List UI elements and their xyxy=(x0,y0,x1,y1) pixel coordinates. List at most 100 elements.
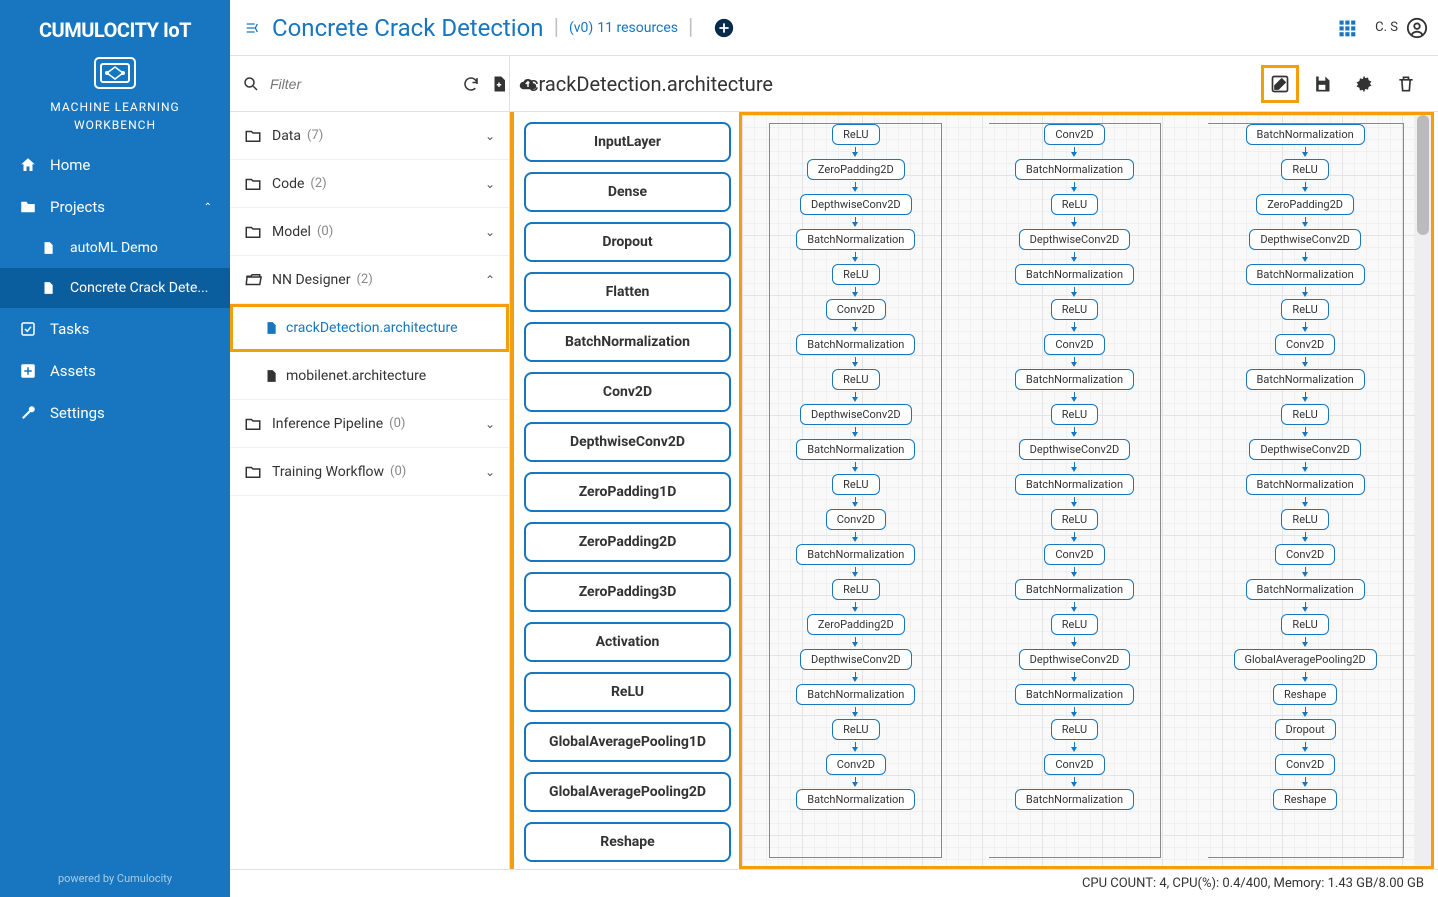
tree-folder[interactable]: Code (2) ⌄ xyxy=(230,160,509,208)
graph-node[interactable]: ReLU xyxy=(1051,194,1098,215)
tree-folder[interactable]: NN Designer (2) ⌃ xyxy=(230,256,509,304)
palette-item[interactable]: Flatten xyxy=(524,272,731,312)
palette-item[interactable]: BatchNormalization xyxy=(524,322,731,362)
graph-node[interactable]: DepthwiseConv2D xyxy=(1019,649,1131,670)
add-resource-button[interactable] xyxy=(713,17,735,39)
graph-node[interactable]: ReLU xyxy=(1051,299,1098,320)
graph-node[interactable]: ReLU xyxy=(1281,159,1328,180)
graph-node[interactable]: ReLU xyxy=(832,264,879,285)
nav-project-crack[interactable]: Concrete Crack Dete... xyxy=(0,268,230,308)
graph-node[interactable]: ReLU xyxy=(1051,719,1098,740)
graph-node[interactable]: DepthwiseConv2D xyxy=(1019,229,1131,250)
palette-item[interactable]: Reshape xyxy=(524,822,731,862)
tree-folder[interactable]: Training Workflow (0) ⌄ xyxy=(230,448,509,496)
graph-node[interactable]: BatchNormalization xyxy=(1015,789,1134,810)
graph-node[interactable]: Conv2D xyxy=(826,299,886,320)
palette-item[interactable]: GlobalAveragePooling2D xyxy=(524,772,731,812)
tree-folder[interactable]: Inference Pipeline (0) ⌄ xyxy=(230,400,509,448)
graph-node[interactable]: ReLU xyxy=(1281,509,1328,530)
graph-node[interactable]: BatchNormalization xyxy=(1015,684,1134,705)
palette-item[interactable]: InputLayer xyxy=(524,122,731,162)
graph-node[interactable]: BatchNormalization xyxy=(1015,369,1134,390)
graph-node[interactable]: ReLU xyxy=(1051,509,1098,530)
nav-projects[interactable]: Projects ⌃ xyxy=(0,186,230,228)
graph-canvas[interactable]: ReLU ZeroPadding2D DepthwiseConv2D BatchNor… xyxy=(742,115,1431,866)
vertical-scrollbar[interactable] xyxy=(1415,115,1431,866)
graph-node[interactable]: Dropout xyxy=(1275,719,1336,740)
graph-node[interactable]: ReLU xyxy=(832,369,879,390)
graph-node[interactable]: ReLU xyxy=(1281,614,1328,635)
graph-node[interactable]: DepthwiseConv2D xyxy=(1249,229,1361,250)
tree-file[interactable]: crackDetection.architecture xyxy=(230,304,509,352)
scroll-thumb[interactable] xyxy=(1417,115,1429,235)
graph-node[interactable]: BatchNormalization xyxy=(796,439,915,460)
graph-node[interactable]: BatchNormalization xyxy=(796,229,915,250)
apps-grid-icon[interactable] xyxy=(1337,18,1357,38)
palette-item[interactable]: Conv2D xyxy=(524,372,731,412)
tree-file[interactable]: mobilenet.architecture xyxy=(230,352,509,400)
graph-node[interactable]: BatchNormalization xyxy=(796,684,915,705)
graph-node[interactable]: DepthwiseConv2D xyxy=(1249,439,1361,460)
graph-node[interactable]: Reshape xyxy=(1273,789,1337,810)
graph-node[interactable]: BatchNormalization xyxy=(1246,474,1365,495)
palette-item[interactable]: Dense xyxy=(524,172,731,212)
refresh-button[interactable] xyxy=(462,75,480,93)
graph-node[interactable]: ReLU xyxy=(832,124,879,145)
settings-button[interactable] xyxy=(1350,70,1378,98)
graph-node[interactable]: Conv2D xyxy=(1044,124,1104,145)
graph-node[interactable]: BatchNormalization xyxy=(796,544,915,565)
graph-node[interactable]: BatchNormalization xyxy=(796,334,915,355)
graph-node[interactable]: BatchNormalization xyxy=(1015,474,1134,495)
graph-node[interactable]: BatchNormalization xyxy=(1246,124,1365,145)
graph-node[interactable]: ZeroPadding2D xyxy=(1256,194,1354,215)
graph-node[interactable]: Conv2D xyxy=(1044,334,1104,355)
tree-folder[interactable]: Data (7) ⌄ xyxy=(230,112,509,160)
collapse-sidebar-button[interactable] xyxy=(244,20,260,36)
user-menu[interactable]: C. S xyxy=(1375,17,1428,39)
save-button[interactable] xyxy=(1308,70,1336,98)
delete-button[interactable] xyxy=(1392,70,1420,98)
tree-filter-input[interactable] xyxy=(270,76,452,92)
graph-node[interactable]: Reshape xyxy=(1273,684,1337,705)
graph-node[interactable]: BatchNormalization xyxy=(1015,579,1134,600)
graph-node[interactable]: ReLU xyxy=(1051,614,1098,635)
graph-node[interactable]: Conv2D xyxy=(1044,754,1104,775)
graph-node[interactable]: Conv2D xyxy=(1275,754,1335,775)
graph-node[interactable]: BatchNormalization xyxy=(1015,264,1134,285)
graph-node[interactable]: ZeroPadding2D xyxy=(807,159,905,180)
graph-node[interactable]: ReLU xyxy=(1281,299,1328,320)
graph-node[interactable]: BatchNormalization xyxy=(1015,159,1134,180)
nav-assets[interactable]: Assets xyxy=(0,350,230,392)
palette-item[interactable]: DepthwiseConv2D xyxy=(524,422,731,462)
palette-item[interactable]: ZeroPadding3D xyxy=(524,572,731,612)
graph-node[interactable]: Conv2D xyxy=(1275,334,1335,355)
graph-node[interactable]: Conv2D xyxy=(1275,544,1335,565)
graph-node[interactable]: ReLU xyxy=(832,474,879,495)
graph-node[interactable]: ZeroPadding2D xyxy=(807,614,905,635)
graph-node[interactable]: DepthwiseConv2D xyxy=(800,194,912,215)
palette-item[interactable]: Dropout xyxy=(524,222,731,262)
nav-project-automl[interactable]: autoML Demo xyxy=(0,228,230,268)
graph-node[interactable]: DepthwiseConv2D xyxy=(800,649,912,670)
graph-node[interactable]: BatchNormalization xyxy=(1246,579,1365,600)
nav-tasks[interactable]: Tasks xyxy=(0,308,230,350)
palette-item[interactable]: GlobalAveragePooling1D xyxy=(524,722,731,762)
palette-item[interactable]: ZeroPadding2D xyxy=(524,522,731,562)
graph-node[interactable]: DepthwiseConv2D xyxy=(800,404,912,425)
graph-node[interactable]: GlobalAveragePooling2D xyxy=(1234,649,1377,670)
palette-item[interactable]: ZeroPadding1D xyxy=(524,472,731,512)
graph-node[interactable]: DepthwiseConv2D xyxy=(1019,439,1131,460)
palette-item[interactable]: Activation xyxy=(524,622,731,662)
nav-home[interactable]: Home xyxy=(0,144,230,186)
graph-node[interactable]: BatchNormalization xyxy=(1246,264,1365,285)
tree-folder[interactable]: Model (0) ⌄ xyxy=(230,208,509,256)
graph-node[interactable]: Conv2D xyxy=(826,509,886,530)
graph-node[interactable]: BatchNormalization xyxy=(1246,369,1365,390)
palette-item[interactable]: ReLU xyxy=(524,672,731,712)
new-file-button[interactable] xyxy=(490,75,508,93)
graph-node[interactable]: ReLU xyxy=(832,579,879,600)
graph-node[interactable]: BatchNormalization xyxy=(796,789,915,810)
graph-node[interactable]: ReLU xyxy=(1281,404,1328,425)
nav-settings[interactable]: Settings xyxy=(0,392,230,434)
graph-node[interactable]: Conv2D xyxy=(1044,544,1104,565)
